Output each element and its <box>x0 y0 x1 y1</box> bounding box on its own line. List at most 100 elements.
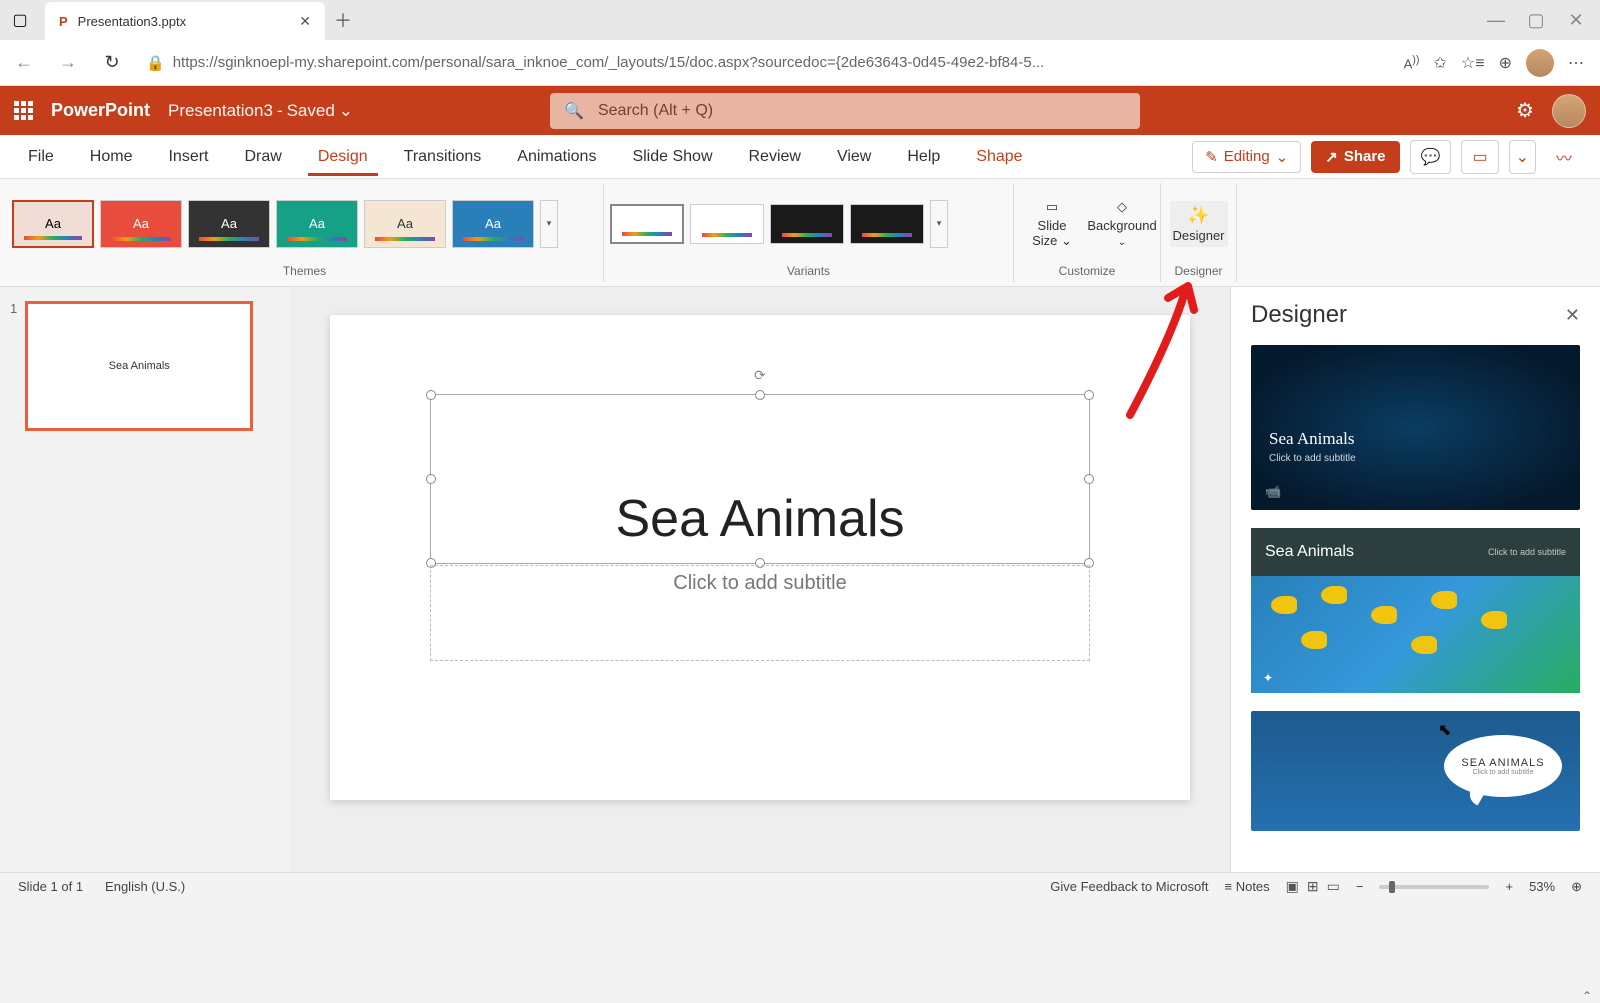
main-area: 1 Sea Animals ⟳ Sea Animals Click to add… <box>0 287 1600 872</box>
theme-thumb-5[interactable]: Aa <box>364 200 446 248</box>
favorites-bar-icon[interactable]: ☆≡ <box>1461 53 1485 73</box>
collapse-ribbon-icon[interactable]: ⌃ <box>1582 989 1592 1003</box>
slide-size-icon: ▭ <box>1046 199 1058 215</box>
favorite-icon[interactable]: ✩ <box>1434 53 1447 73</box>
tab-review[interactable]: Review <box>739 138 811 176</box>
doc-name: Presentation3 <box>168 101 273 121</box>
tab-transitions[interactable]: Transitions <box>394 138 492 176</box>
background-icon: ◇ <box>1117 199 1127 215</box>
window-close-icon[interactable]: ✕ <box>1558 2 1594 38</box>
browser-tab-strip: ▢ P Presentation3.pptx ✕ ＋ — ▢ ✕ <box>0 0 1600 40</box>
sorter-view-icon[interactable]: ⊞ <box>1307 878 1319 895</box>
account-avatar[interactable] <box>1552 94 1586 128</box>
reading-view-icon[interactable]: ▭ <box>1327 878 1340 895</box>
themes-more-button[interactable]: ▾ <box>540 200 558 248</box>
theme-thumb-2[interactable]: Aa <box>100 200 182 248</box>
tab-slideshow[interactable]: Slide Show <box>622 138 722 176</box>
back-button[interactable]: ← <box>6 45 42 81</box>
app-launcher-icon[interactable] <box>14 101 33 120</box>
close-designer-icon[interactable]: ✕ <box>1565 305 1580 326</box>
editing-mode-button[interactable]: ✎ Editing ⌄ <box>1192 141 1301 173</box>
star-icon: ✦ <box>1263 671 1273 685</box>
variant-2[interactable] <box>690 204 764 244</box>
variant-3[interactable] <box>770 204 844 244</box>
powerpoint-file-icon: P <box>59 14 68 29</box>
tab-file[interactable]: File <box>18 138 64 176</box>
design-suggestion-2[interactable]: Sea Animals Click to add subtitle ✦ <box>1251 528 1580 693</box>
url-field[interactable]: 🔒 https://sginknoepl-my.sharepoint.com/p… <box>138 46 1386 80</box>
variants-more-button[interactable]: ▾ <box>930 200 948 248</box>
variant-1[interactable] <box>610 204 684 244</box>
close-tab-icon[interactable]: ✕ <box>299 13 311 30</box>
tab-view[interactable]: View <box>827 138 881 176</box>
present-button[interactable]: ▭ <box>1461 140 1498 174</box>
slide-size-button[interactable]: ▭ SlideSize ⌄ <box>1020 195 1084 252</box>
designer-pane-title: Designer <box>1251 301 1347 329</box>
thumb-title: Sea Animals <box>109 360 170 372</box>
settings-gear-icon[interactable]: ⚙ <box>1516 98 1534 123</box>
designer-wand-icon: ✨ <box>1187 205 1209 226</box>
title-placeholder[interactable]: ⟳ Sea Animals <box>430 394 1090 564</box>
tab-home[interactable]: Home <box>80 138 143 176</box>
zoom-level[interactable]: 53% <box>1529 879 1555 894</box>
new-tab-button[interactable]: ＋ <box>325 2 361 38</box>
slide-thumbnails-panel: 1 Sea Animals <box>0 287 290 872</box>
theme-thumb-3[interactable]: Aa <box>188 200 270 248</box>
slide-canvas-area[interactable]: ⟳ Sea Animals Click to add subtitle <box>290 287 1230 872</box>
window-maximize-icon[interactable]: ▢ <box>1518 2 1554 38</box>
comments-button[interactable]: 💬 <box>1410 140 1452 174</box>
feedback-link[interactable]: Give Feedback to Microsoft <box>1050 879 1208 894</box>
tab-help[interactable]: Help <box>897 138 950 176</box>
normal-view-icon[interactable]: ▣ <box>1286 878 1299 895</box>
tab-shape[interactable]: Shape <box>966 138 1032 176</box>
activity-icon[interactable]: 〰 <box>1546 139 1582 175</box>
design-suggestion-3[interactable]: SEA ANIMALS Click to add subtitle <box>1251 711 1580 831</box>
subtitle-placeholder[interactable]: Click to add subtitle <box>430 565 1090 661</box>
theme-thumb-6[interactable]: Aa <box>452 200 534 248</box>
app-name: PowerPoint <box>51 100 150 121</box>
suggestion-subtitle: Click to add subtitle <box>1473 769 1534 776</box>
zoom-out-icon[interactable]: − <box>1356 879 1364 894</box>
tab-draw[interactable]: Draw <box>234 138 291 176</box>
browser-tab[interactable]: P Presentation3.pptx ✕ <box>45 2 325 40</box>
theme-thumb-1[interactable]: Aa <box>12 200 94 248</box>
browser-sidepanel-button[interactable]: ▢ <box>0 0 40 40</box>
tab-design[interactable]: Design <box>308 138 378 176</box>
rotate-handle-icon[interactable]: ⟳ <box>754 367 766 384</box>
designer-btn-label: Designer <box>1172 228 1224 243</box>
present-dropdown[interactable]: ⌄ <box>1509 140 1536 174</box>
profile-avatar[interactable] <box>1526 49 1554 77</box>
zoom-in-icon[interactable]: + <box>1505 879 1513 894</box>
design-suggestion-1[interactable]: Sea Animals Click to add subtitle 📹 <box>1251 345 1580 510</box>
slide-canvas[interactable]: ⟳ Sea Animals Click to add subtitle <box>330 315 1190 800</box>
group-variants-label: Variants <box>610 262 1007 280</box>
url-text: https://sginknoepl-my.sharepoint.com/per… <box>173 54 1045 71</box>
search-input[interactable]: 🔍 Search (Alt + Q) <box>550 93 1140 129</box>
window-minimize-icon[interactable]: — <box>1478 2 1514 38</box>
slide-counter[interactable]: Slide 1 of 1 <box>18 879 83 894</box>
fit-to-window-icon[interactable]: ⊕ <box>1571 879 1582 895</box>
document-title-status[interactable]: Presentation3 - Saved ⌄ <box>168 101 353 121</box>
background-button[interactable]: ◇ Background ⌄ <box>1090 195 1154 252</box>
suggestion-title: SEA ANIMALS <box>1461 757 1544 769</box>
theme-thumb-4[interactable]: Aa <box>276 200 358 248</box>
slide-thumbnail-1[interactable]: Sea Animals <box>25 301 253 431</box>
slide-title-text[interactable]: Sea Animals <box>431 395 1089 563</box>
designer-button[interactable]: ✨ Designer <box>1170 201 1228 247</box>
refresh-button[interactable]: ↻ <box>94 45 130 81</box>
variant-4[interactable] <box>850 204 924 244</box>
more-icon[interactable]: ⋯ <box>1568 53 1584 73</box>
collections-icon[interactable]: ⊕ <box>1499 53 1512 73</box>
designer-pane: Designer ✕ Sea Animals Click to add subt… <box>1230 287 1600 872</box>
notes-toggle[interactable]: ≡ Notes <box>1225 879 1270 894</box>
tab-animations[interactable]: Animations <box>507 138 606 176</box>
share-icon: ↗ <box>1325 148 1338 166</box>
language-status[interactable]: English (U.S.) <box>105 879 185 894</box>
share-button[interactable]: ↗ Share <box>1311 141 1399 173</box>
zoom-slider[interactable] <box>1379 885 1489 889</box>
read-aloud-icon[interactable]: A)) <box>1404 54 1420 71</box>
background-label: Background <box>1087 219 1156 233</box>
suggestion-title: Sea Animals <box>1269 429 1354 449</box>
tab-insert[interactable]: Insert <box>158 138 218 176</box>
designer-suggestions-list[interactable]: Sea Animals Click to add subtitle 📹 Sea … <box>1231 339 1600 872</box>
